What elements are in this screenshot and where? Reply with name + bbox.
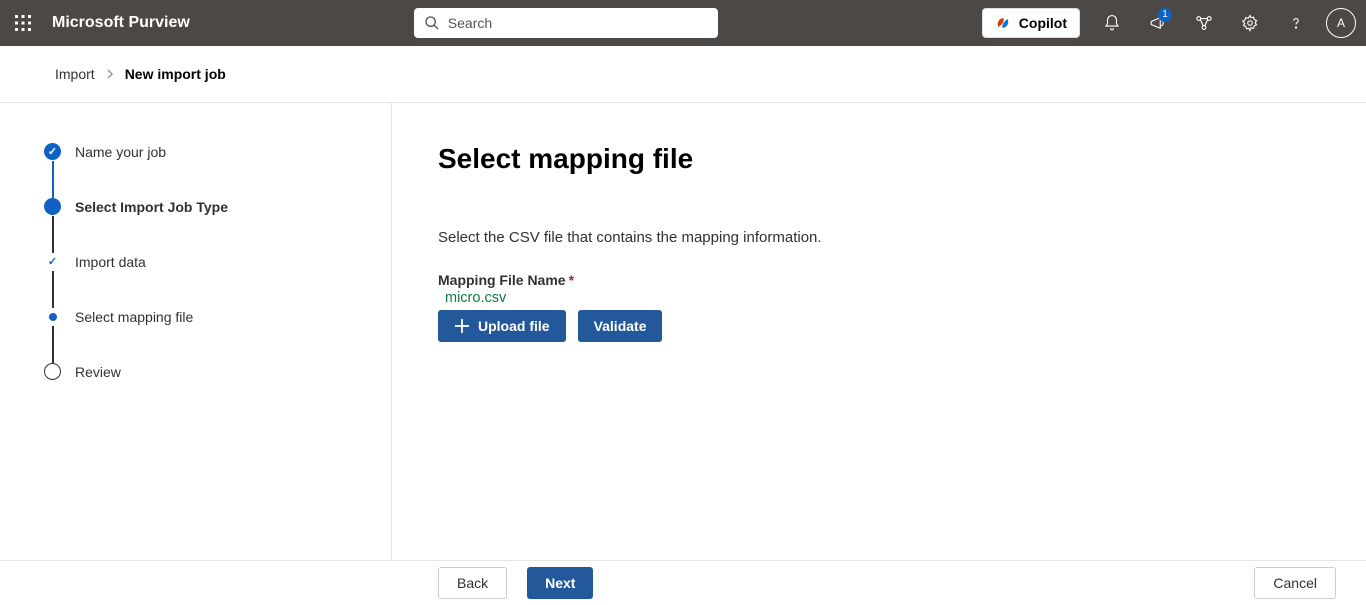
search-icon (424, 15, 440, 31)
search-placeholder: Search (448, 15, 492, 31)
circle-icon (44, 363, 61, 380)
notification-badge: 1 (1158, 8, 1172, 22)
page-description: Select the CSV file that contains the ma… (438, 229, 1366, 246)
back-button[interactable]: Back (438, 567, 507, 599)
settings-button[interactable] (1228, 0, 1272, 46)
connectors-button[interactable] (1182, 0, 1226, 46)
help-icon (1287, 14, 1305, 32)
step-review[interactable]: Review (44, 363, 391, 380)
cancel-button[interactable]: Cancel (1254, 567, 1336, 599)
step-select-import-job-type[interactable]: Select Import Job Type (44, 198, 391, 253)
step-import-data[interactable]: Import data (44, 253, 391, 308)
help-button[interactable] (1274, 0, 1318, 46)
step-name-your-job[interactable]: Name your job (44, 143, 391, 198)
app-title: Microsoft Purview (52, 14, 190, 32)
step-current-icon (44, 198, 61, 215)
copilot-button[interactable]: Copilot (982, 8, 1080, 38)
next-button[interactable]: Next (527, 567, 593, 599)
app-launcher-button[interactable] (0, 0, 46, 46)
selected-file-name: micro.csv (445, 290, 1366, 306)
page-title: Select mapping file (438, 143, 1366, 175)
chevron-right-icon (105, 69, 115, 79)
copilot-icon (995, 15, 1011, 31)
dot-icon (44, 308, 61, 325)
step-select-mapping-file[interactable]: Select mapping file (44, 308, 391, 363)
feedback-button[interactable]: 1 (1136, 0, 1180, 46)
notifications-button[interactable] (1090, 0, 1134, 46)
bell-icon (1103, 14, 1121, 32)
breadcrumb-current: New import job (125, 66, 226, 82)
upload-file-button[interactable]: Upload file (438, 310, 566, 342)
waffle-icon (15, 15, 31, 31)
mapping-file-label: Mapping File Name* (438, 272, 1366, 288)
user-avatar[interactable]: A (1326, 8, 1356, 38)
search-input[interactable]: Search (414, 8, 718, 38)
main-panel: Select mapping file Select the CSV file … (392, 103, 1366, 560)
top-bar: Microsoft Purview Search Copilot 1 A (0, 0, 1366, 46)
gear-icon (1241, 14, 1259, 32)
validate-button[interactable]: Validate (578, 310, 663, 342)
wizard-steps-sidebar: Name your job Select Import Job Type Imp… (0, 103, 392, 560)
plus-icon (454, 318, 470, 334)
wizard-footer: Back Next Cancel (0, 560, 1366, 605)
breadcrumb-parent[interactable]: Import (55, 66, 95, 82)
check-icon (44, 253, 61, 270)
breadcrumb-bar: Import New import job (0, 46, 1366, 103)
check-icon (44, 143, 61, 160)
nodes-icon (1195, 14, 1213, 32)
